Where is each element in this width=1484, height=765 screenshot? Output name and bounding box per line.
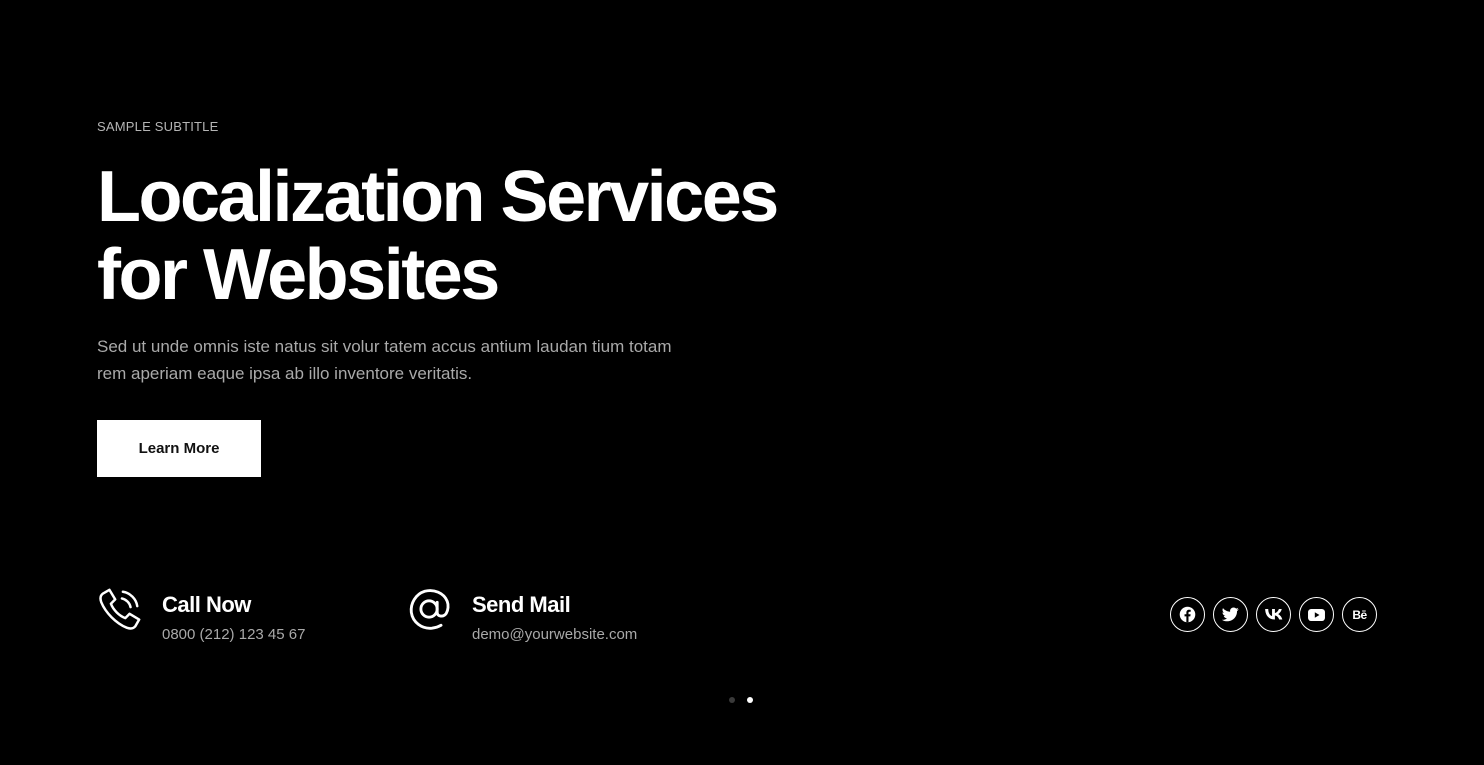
twitter-link[interactable]: [1213, 597, 1248, 632]
social-links: Bē: [1170, 597, 1377, 632]
slider-pagination: [729, 697, 753, 703]
slide-dot[interactable]: [729, 697, 735, 703]
vk-link[interactable]: [1256, 597, 1291, 632]
phone-number[interactable]: 0800 (212) 123 45 67: [162, 626, 305, 644]
send-mail-contact[interactable]: Send Mail demo@yourwebsite.com: [407, 586, 637, 644]
facebook-link[interactable]: [1170, 597, 1205, 632]
youtube-link[interactable]: [1299, 597, 1334, 632]
vk-icon: [1264, 609, 1282, 620]
hero-title: Localization Services for Websites: [97, 158, 857, 314]
behance-link[interactable]: Bē: [1342, 597, 1377, 632]
hero-description-line: Sed ut unde omnis iste natus sit volur t…: [97, 337, 672, 356]
learn-more-button[interactable]: Learn More: [97, 420, 261, 477]
twitter-icon: [1222, 607, 1239, 622]
hero-title-line: Localization Services: [97, 157, 779, 237]
hero-description-line: rem aperiam eaque ipsa ab illo inventore…: [97, 364, 473, 383]
email-address[interactable]: demo@yourwebsite.com: [472, 626, 637, 644]
slide-dot-active[interactable]: [747, 697, 753, 703]
youtube-icon: [1308, 608, 1325, 621]
call-now-heading: Call Now: [162, 592, 251, 617]
phone-icon: [99, 588, 141, 630]
hero-subtitle: SAMPLE SUBTITLE: [97, 119, 219, 134]
hero-title-line: for Websites: [97, 235, 500, 315]
hero-description: Sed ut unde omnis iste natus sit volur t…: [97, 333, 737, 387]
hero-section: SAMPLE SUBTITLE Localization Services fo…: [0, 0, 1484, 765]
send-mail-heading: Send Mail: [472, 592, 571, 617]
behance-icon: Bē: [1352, 607, 1367, 622]
call-now-contact[interactable]: Call Now 0800 (212) 123 45 67: [97, 586, 305, 644]
at-sign-icon: [409, 589, 450, 630]
facebook-icon: [1179, 606, 1196, 623]
